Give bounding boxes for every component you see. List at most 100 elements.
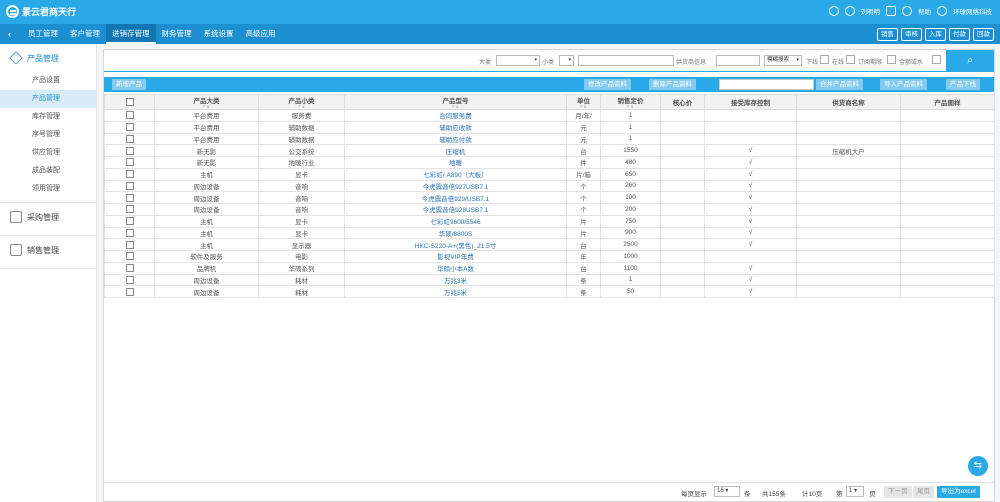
sidebar-item-stock[interactable]: 库存管理	[0, 108, 96, 126]
tab-finance[interactable]: 财务管理	[156, 24, 198, 44]
import-product-button[interactable]: 导入产品资料	[880, 79, 927, 90]
column-header[interactable]: 产品型号 ^ ∨	[344, 94, 567, 110]
column-header[interactable]: 产品小类 ^ ∨	[258, 94, 345, 110]
keyword-input[interactable]	[578, 55, 674, 66]
logout-icon[interactable]	[886, 6, 896, 16]
sidebar-section-products[interactable]: 产品管理	[0, 44, 96, 72]
table-cell[interactable]: 七彩虹/ A890（大板）	[344, 167, 567, 181]
user-icon[interactable]	[844, 6, 855, 16]
sidebar-item-product-management[interactable]: 产品管理	[0, 90, 96, 108]
table-cell[interactable]: 华硕/8800S	[344, 226, 567, 240]
row-checkbox[interactable]	[125, 252, 134, 261]
row-checkbox[interactable]	[125, 181, 134, 190]
select-all-checkbox[interactable]	[125, 98, 134, 106]
merge-product-button[interactable]: 合并产品资料	[816, 79, 863, 90]
table-cell[interactable]: HKC-S220-A+(黑色)_21.5寸	[344, 238, 567, 251]
table-row[interactable]: 品牌机 华硕系列 华硕小本A数台 1100 √	[104, 261, 995, 275]
row-checkbox[interactable]	[125, 158, 134, 167]
audit-button[interactable]: 审核	[901, 28, 922, 41]
subcategory-select[interactable]: ▾	[559, 55, 574, 66]
table-row[interactable]: 平台费用 服务费 合同服务费 月/年/1	[104, 109, 995, 122]
table-row[interactable]: 平台费用 辅助数据 辅助应收款元 1	[104, 120, 995, 134]
row-checkbox[interactable]	[125, 287, 134, 296]
table-row[interactable]: 主机 显卡 七彩虹9600/5546 片 750 √	[104, 214, 995, 228]
collection-button[interactable]: 回款	[973, 28, 994, 41]
column-header[interactable]: 供货商名称	[796, 94, 901, 110]
sales-button[interactable]: 销售	[877, 28, 898, 41]
category-select[interactable]: ▾	[496, 55, 540, 66]
help-icon[interactable]	[902, 6, 912, 16]
row-checkbox[interactable]	[125, 146, 134, 155]
column-header[interactable]: 产品图样	[900, 94, 995, 110]
table-cell[interactable]: 影视VIP年费	[344, 250, 567, 263]
table-cell[interactable]: 辅助应付款	[344, 132, 567, 146]
export-excel-button[interactable]: 导出为excel	[937, 486, 980, 498]
collapse-icon[interactable]: ‹	[8, 29, 11, 39]
table-row[interactable]: 软件及服务 电影 影视VIP年费年 1000	[104, 250, 995, 263]
column-header[interactable]: 核心价	[660, 94, 705, 110]
row-checkbox[interactable]	[125, 134, 134, 143]
tab-inventory[interactable]: 进销存管理	[106, 24, 156, 44]
table-cell[interactable]: 今虎震音倍928USB7.1	[344, 203, 567, 216]
sidebar-item-serials[interactable]: 序号管理	[0, 126, 96, 144]
edit-product-button[interactable]: 修改产品资料	[584, 79, 631, 90]
table-row[interactable]: 新无影 地暖行业 地暖件 480 √	[104, 156, 995, 169]
table-row[interactable]: 新无影 公交系统 压缩机台 1550 √ 压缩机大户	[104, 144, 995, 157]
supplier-input[interactable]	[716, 55, 760, 66]
table-row[interactable]: 主机 显卡 七彩虹/ A890（大板） 片/箱 650 √	[104, 167, 995, 181]
sidebar-item-assembly[interactable]: 成品装配	[0, 162, 96, 180]
table-row[interactable]: 周边设备 音响 今虎震音倍928USB7.1 个 200 √	[104, 203, 995, 216]
search-button[interactable]: ⌕	[946, 50, 994, 72]
tab-settings[interactable]: 系统设置	[198, 24, 240, 44]
chat-float-button[interactable]: ⇆	[968, 456, 988, 476]
table-cell[interactable]: 压缩机	[344, 144, 567, 157]
table-cell[interactable]: 七彩虹9600/5546	[344, 214, 567, 228]
online-checkbox[interactable]	[846, 55, 855, 64]
amount-checkbox[interactable]	[932, 55, 941, 64]
offline-checkbox[interactable]	[820, 55, 829, 64]
search-mode-select[interactable]: 模糊搜索 ▾	[764, 55, 802, 66]
table-row[interactable]: 周边设备 音响 今虎震音倍929/USB7.1 个 100 √	[104, 191, 995, 204]
add-product-button[interactable]: 新增产品	[112, 79, 146, 90]
next-page-button[interactable]: 下一页	[884, 486, 912, 498]
row-checkbox[interactable]	[125, 275, 134, 284]
column-header[interactable]: 销售定价 ^ ∨	[600, 94, 661, 110]
row-checkbox[interactable]	[125, 205, 134, 214]
table-cell[interactable]: 辅助应收款	[344, 120, 567, 134]
table-row[interactable]: 主机 显示器 HKC-S220-A+(黑色)_21.5寸台 2500 √	[104, 238, 995, 251]
row-checkbox[interactable]	[125, 264, 134, 273]
payment-button[interactable]: 付款	[949, 28, 970, 41]
row-checkbox[interactable]	[125, 193, 134, 202]
chat-icon[interactable]	[828, 6, 839, 16]
table-row[interactable]: 周边设备 耗材 万兆3米条 1 √	[104, 273, 995, 287]
app-logo[interactable]: 景云君商天行	[6, 5, 76, 18]
tab-customers[interactable]: 客户管理	[64, 24, 106, 44]
table-cell[interactable]: 地暖	[344, 156, 567, 169]
row-checkbox[interactable]	[125, 240, 134, 249]
offline-product-button[interactable]: 产品下线	[946, 79, 980, 90]
table-row[interactable]: 周边设备 音响 今虎震音倍927USB7.1 个 260 √	[104, 179, 995, 193]
table-row[interactable]: 主机 显卡 华硕/8800S 片 900 √	[104, 226, 995, 240]
table-cell[interactable]: 华硕小本A数	[344, 261, 567, 275]
row-checkbox[interactable]	[125, 170, 134, 179]
column-header[interactable]: 接受库存控制	[704, 94, 797, 110]
user-name[interactable]: 刘明明	[861, 6, 881, 16]
help-link[interactable]: 帮助	[918, 6, 931, 16]
page-select[interactable]: 1 ▾	[846, 486, 864, 497]
row-checkbox[interactable]	[125, 217, 134, 226]
row-checkbox[interactable]	[125, 228, 134, 237]
stock-in-button[interactable]: 入库	[925, 28, 946, 41]
tab-staff[interactable]: 员工管理	[22, 24, 64, 44]
column-header[interactable]: 单位 ^ ∨	[566, 94, 601, 110]
table-row[interactable]: 平台费用 辅助数据 辅助应付款元 1	[104, 132, 995, 146]
sidebar-section-sales[interactable]: 销售管理	[0, 236, 96, 264]
sidebar-item-requisition[interactable]: 领用管理	[0, 180, 96, 198]
table-cell[interactable]: 万兆5米	[344, 285, 567, 298]
merge-input[interactable]	[719, 79, 814, 90]
per-page-select[interactable]: 16 ▾	[714, 486, 740, 497]
sidebar-item-product-settings[interactable]: 产品设置	[0, 72, 96, 90]
tab-advanced[interactable]: 高级应用	[240, 24, 282, 44]
table-cell[interactable]: 今虎震音倍927USB7.1	[344, 179, 567, 193]
delete-product-button[interactable]: 删除产品资料	[649, 79, 696, 90]
subscription-checkbox[interactable]	[887, 55, 896, 64]
